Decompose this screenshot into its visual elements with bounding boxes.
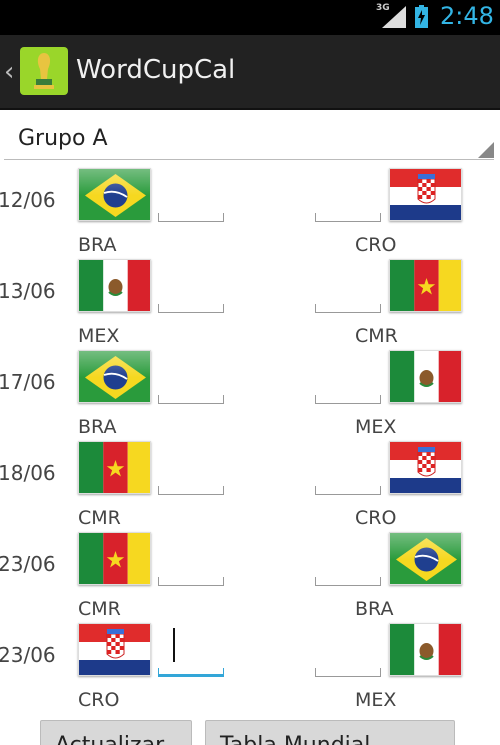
status-bar: 3G 2:48 <box>0 0 500 35</box>
app-title: WordCupCal <box>76 55 236 85</box>
home-score-input[interactable] <box>158 395 224 404</box>
group-spinner[interactable]: Grupo A <box>0 112 500 164</box>
away-team-code: MEX <box>355 689 397 711</box>
match-row: 23/06 CRO MEX <box>0 623 500 714</box>
text-cursor <box>173 628 175 662</box>
table-button[interactable]: Tabla Mundial <box>205 720 455 745</box>
home-flag-bra-icon <box>78 350 151 403</box>
match-date: 12/06 <box>0 188 56 212</box>
away-score-input[interactable] <box>315 486 381 495</box>
away-flag-bra-icon <box>389 532 462 585</box>
home-score-input[interactable] <box>158 577 224 586</box>
world-cup-logo-icon[interactable] <box>20 47 68 95</box>
match-row: 18/06 CMR CRO <box>0 441 500 532</box>
home-flag-cmr-icon <box>78 441 151 494</box>
match-row: 23/06 CMR BRA <box>0 532 500 623</box>
match-row: 12/06 BRA CRO <box>0 168 500 259</box>
away-team-code: BRA <box>355 598 394 620</box>
away-team-code: CRO <box>355 507 397 529</box>
match-date: 13/06 <box>0 279 56 303</box>
home-flag-bra-icon <box>78 168 151 221</box>
home-score-input[interactable] <box>158 304 224 313</box>
match-date: 23/06 <box>0 643 56 667</box>
dropdown-triangle-icon <box>478 142 494 158</box>
away-flag-mex-icon <box>389 623 462 676</box>
chevron-left-icon[interactable]: ‹ <box>4 57 14 87</box>
away-flag-cmr-icon <box>389 259 462 312</box>
away-flag-cro-icon <box>389 168 462 221</box>
battery-charging-icon <box>415 5 428 28</box>
match-date: 17/06 <box>0 370 56 394</box>
match-row: 17/06 BRA MEX <box>0 350 500 441</box>
home-flag-cro-icon <box>78 623 151 676</box>
home-score-input[interactable] <box>158 486 224 495</box>
signal-icon <box>382 6 406 28</box>
away-flag-cro-icon <box>389 441 462 494</box>
match-date: 23/06 <box>0 552 56 576</box>
away-team-code: MEX <box>355 416 397 438</box>
home-team-code: BRA <box>78 416 117 438</box>
away-score-input[interactable] <box>315 213 381 222</box>
clock: 2:48 <box>440 2 494 30</box>
home-score-input[interactable] <box>158 628 224 677</box>
away-score-input[interactable] <box>315 304 381 313</box>
away-flag-mex-icon <box>389 350 462 403</box>
away-team-code: CRO <box>355 234 397 256</box>
home-flag-cmr-icon <box>78 532 151 585</box>
home-flag-mex-icon <box>78 259 151 312</box>
home-team-code: CMR <box>78 507 121 529</box>
group-selected-label: Grupo A <box>18 126 108 151</box>
home-team-code: CMR <box>78 598 121 620</box>
away-score-input[interactable] <box>315 577 381 586</box>
action-bar: ‹ WordCupCal <box>0 35 500 110</box>
spinner-underline <box>4 159 494 160</box>
home-team-code: MEX <box>78 325 120 347</box>
match-row: 13/06 MEX CMR <box>0 259 500 350</box>
home-score-input[interactable] <box>158 213 224 222</box>
away-team-code: CMR <box>355 325 398 347</box>
away-score-input[interactable] <box>315 668 381 677</box>
away-score-input[interactable] <box>315 395 381 404</box>
update-button[interactable]: Actualizar <box>40 720 192 745</box>
home-team-code: CRO <box>78 689 120 711</box>
home-team-code: BRA <box>78 234 117 256</box>
match-date: 18/06 <box>0 461 56 485</box>
